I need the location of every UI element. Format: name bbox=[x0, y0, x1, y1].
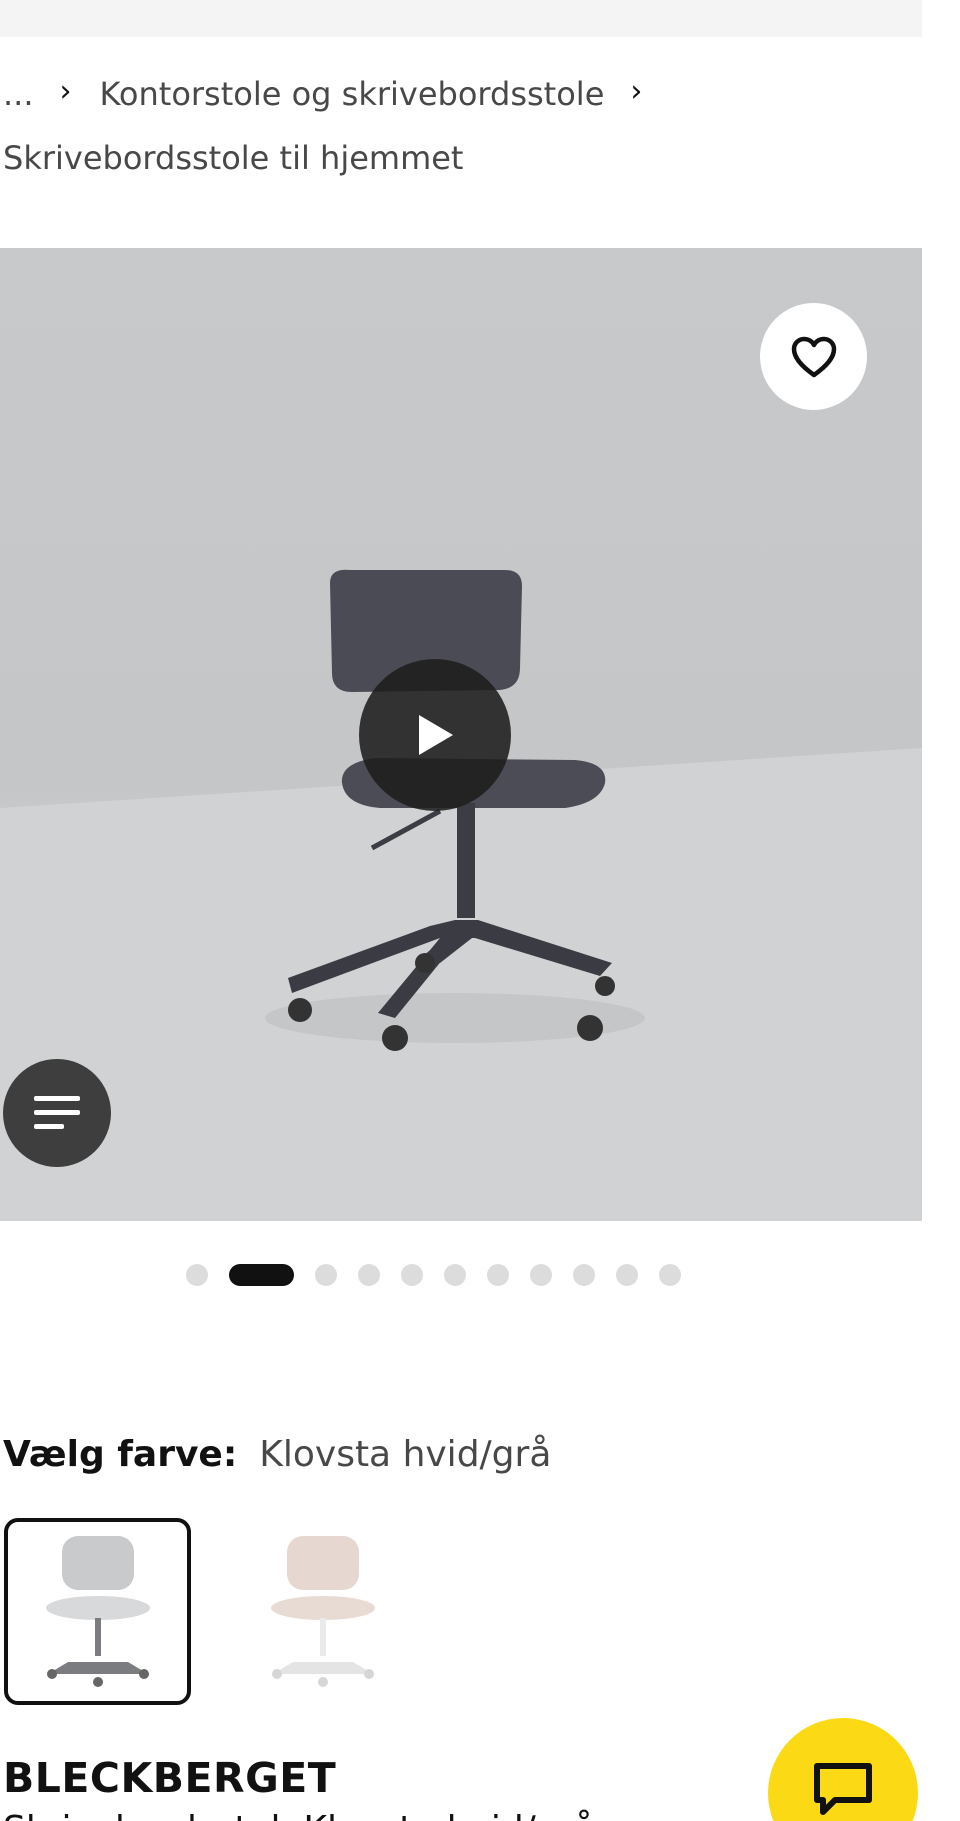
carousel-dot[interactable] bbox=[530, 1264, 552, 1286]
product-page: ... › Kontorstole og skrivebordsstole › … bbox=[0, 0, 960, 1821]
favorite-button[interactable] bbox=[760, 303, 867, 410]
carousel-dot[interactable] bbox=[487, 1264, 509, 1286]
breadcrumb-ellipsis[interactable]: ... bbox=[3, 70, 34, 118]
selected-color-name: Klovsta hvid/grå bbox=[259, 1434, 552, 1475]
breadcrumb-row: Skrivebordsstole til hjemmet bbox=[3, 134, 923, 182]
play-icon bbox=[419, 715, 453, 755]
carousel-dot[interactable] bbox=[315, 1264, 337, 1286]
breadcrumb-item-home-desk-chairs[interactable]: Skrivebordsstole til hjemmet bbox=[3, 134, 463, 182]
carousel-pagination bbox=[186, 1264, 702, 1286]
breadcrumb-item-office-chairs[interactable]: Kontorstole og skrivebordsstole bbox=[100, 70, 605, 118]
carousel-dot[interactable] bbox=[616, 1264, 638, 1286]
heart-outline-icon bbox=[791, 336, 836, 377]
chat-button[interactable] bbox=[768, 1718, 918, 1821]
carousel-dot[interactable] bbox=[358, 1264, 380, 1286]
carousel-dot[interactable] bbox=[659, 1264, 681, 1286]
product-info-button[interactable] bbox=[3, 1059, 111, 1167]
product-name: BLECKBERGET bbox=[3, 1754, 337, 1802]
chair-thumbnail-pink bbox=[271, 1536, 375, 1687]
chevron-right-icon: › bbox=[630, 74, 643, 109]
breadcrumb-row: ... › Kontorstole og skrivebordsstole › bbox=[3, 70, 923, 118]
color-swatch-option[interactable] bbox=[229, 1518, 416, 1705]
chat-bubble-icon bbox=[814, 1763, 872, 1815]
color-label: Vælg farve: bbox=[3, 1434, 238, 1475]
color-selector-heading: Vælg farve: Klovsta hvid/grå bbox=[3, 1430, 551, 1480]
header-search-strip[interactable] bbox=[0, 0, 922, 37]
text-lines-icon bbox=[34, 1096, 80, 1129]
breadcrumb: ... › Kontorstole og skrivebordsstole › … bbox=[3, 70, 923, 182]
carousel-dot[interactable] bbox=[401, 1264, 423, 1286]
play-video-button[interactable] bbox=[359, 659, 511, 811]
color-swatch-selected[interactable] bbox=[4, 1518, 191, 1705]
product-description: Skrivebordsstol, Klovsta hvid/grå bbox=[3, 1806, 596, 1821]
carousel-dot-active[interactable] bbox=[229, 1264, 294, 1286]
carousel-dot[interactable] bbox=[444, 1264, 466, 1286]
product-media-viewer[interactable] bbox=[0, 248, 922, 1221]
chevron-right-icon: › bbox=[59, 74, 72, 109]
carousel-dot[interactable] bbox=[573, 1264, 595, 1286]
carousel-dot[interactable] bbox=[186, 1264, 208, 1286]
chair-thumbnail-grey bbox=[46, 1536, 150, 1687]
